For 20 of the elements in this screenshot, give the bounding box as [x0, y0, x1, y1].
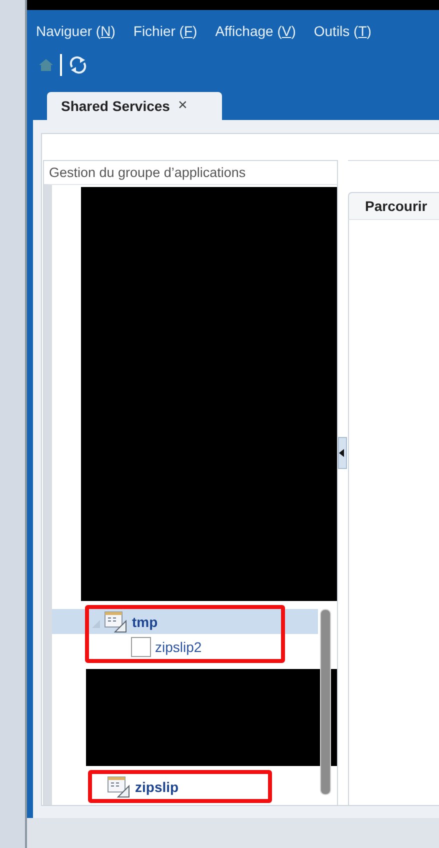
panel-title: Gestion du groupe d’applications: [48, 164, 247, 182]
tree-label: zipslip: [135, 778, 179, 794]
menu-item[interactable]: Affichage (V): [215, 23, 296, 39]
tab[interactable]: Shared Services ×: [47, 92, 222, 120]
refresh-icon[interactable]: [68, 55, 88, 75]
menu-item[interactable]: Fichier (F): [133, 23, 198, 39]
blank-icon: [131, 636, 151, 656]
tab-label: Shared Services: [61, 98, 170, 114]
scrollbar[interactable]: [320, 609, 331, 795]
tree-label: zipslip2: [155, 638, 202, 654]
tree-item[interactable]: zipslip: [92, 774, 268, 799]
form-icon: [107, 776, 131, 798]
menu-item[interactable]: Outils (T): [314, 23, 372, 39]
tree-item[interactable]: zipslip2: [89, 634, 281, 659]
tab[interactable]: Parcourir: [348, 192, 439, 220]
home-icon[interactable]: [38, 58, 54, 72]
collapse-handle[interactable]: [338, 437, 347, 469]
menu-item[interactable]: Naviguer (N): [36, 23, 116, 39]
tree-label: tmp: [132, 614, 158, 630]
form-icon: [104, 610, 128, 632]
